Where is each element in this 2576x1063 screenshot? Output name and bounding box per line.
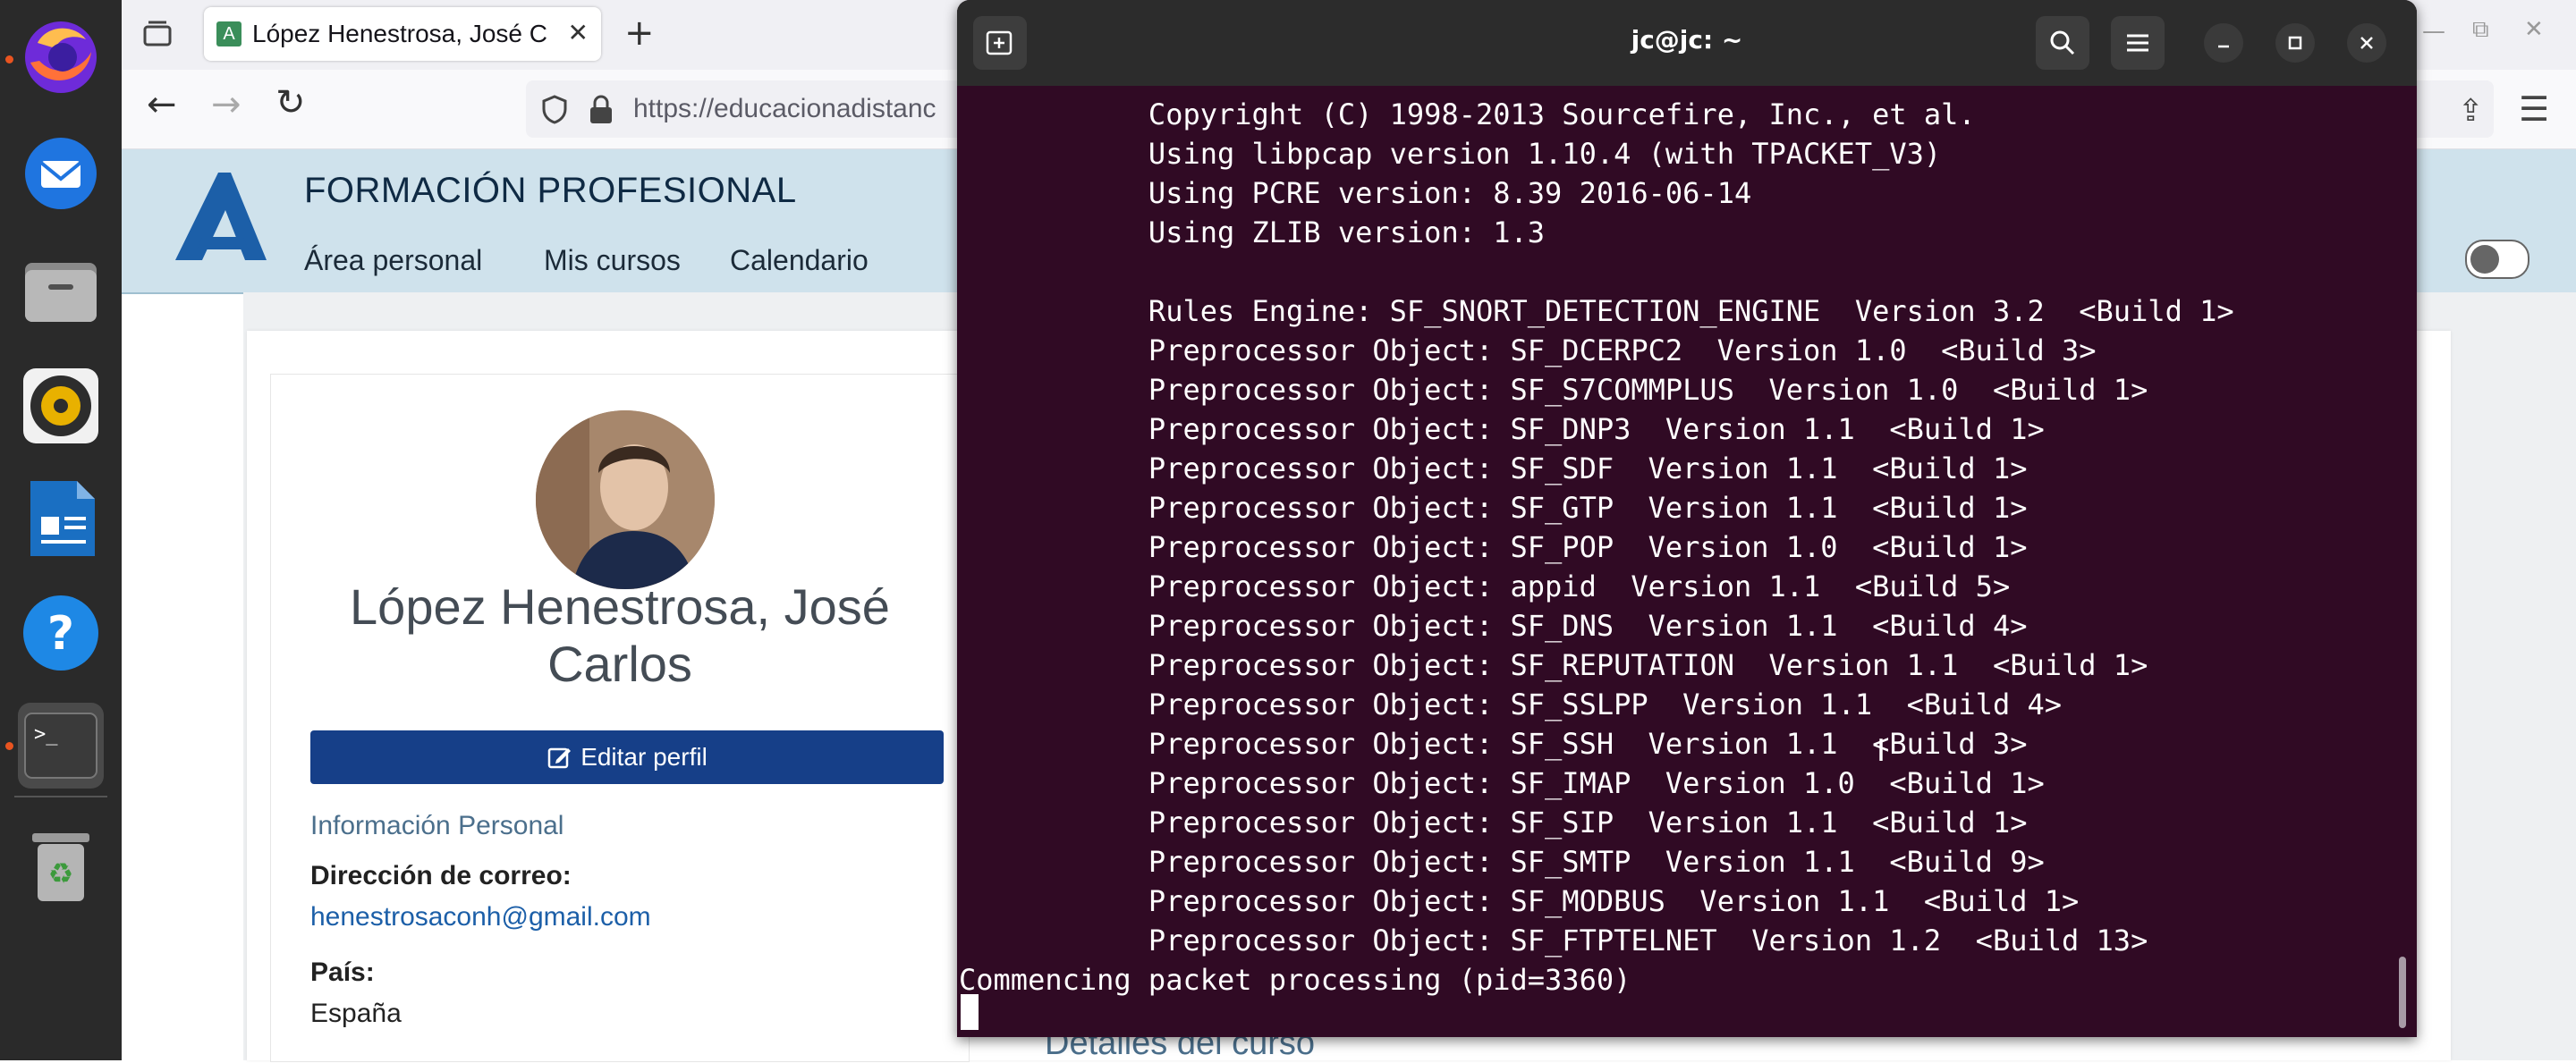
toggle-knob [2470,245,2499,274]
terminal-window[interactable]: jc@jc: ~ Copyright (C) 1998-2013 Sourcef… [957,0,2417,1037]
terminal-line: Preprocessor Object: SF_SMTP Version 1.1… [959,845,2045,879]
terminal-line: Preprocessor Object: SF_REPUTATION Versi… [959,648,2148,682]
terminal-line: Preprocessor Object: SF_SIP Version 1.1 … [959,806,2028,839]
firefox-icon[interactable] [18,14,104,100]
search-icon [2050,30,2075,55]
extensions-icon[interactable]: ⇪ [2458,93,2484,129]
terminal-line: Rules Engine: SF_SNORT_DETECTION_ENGINE … [959,294,2234,328]
terminal-line: Preprocessor Object: SF_IMAP Version 1.0… [959,766,2045,800]
close-tab-icon[interactable]: ✕ [568,18,589,47]
terminal-line: Preprocessor Object: SF_SDF Version 1.1 … [959,451,2028,485]
terminal-line: Preprocessor Object: SF_FTPTELNET Versio… [959,924,2148,958]
edit-mode-toggle[interactable] [2465,240,2529,279]
terminal-scrollbar[interactable] [2399,957,2406,1028]
maximize-button[interactable] [2275,23,2315,63]
nav-mis-cursos[interactable]: Mis cursos [544,244,681,277]
terminal-cursor [961,994,979,1030]
avatar [536,410,715,589]
terminal-line: Using libpcap version 1.10.4 (with TPACK… [959,137,1942,171]
terminal-line: Using PCRE version: 8.39 2016-06-14 [959,176,1752,210]
running-indicator [5,55,13,63]
edit-icon [547,747,572,769]
terminal-line: Preprocessor Object: SF_SSH Version 1.1 … [959,727,2028,761]
terminal-line: Copyright (C) 1998-2013 Sourcefire, Inc.… [959,97,1976,131]
country-value: España [310,999,402,1028]
svg-text:♻: ♻ [48,856,74,890]
country-label: País: [310,958,375,987]
tab-profile[interactable]: A López Henestrosa, José C ✕ [204,7,601,61]
terminal-line: Preprocessor Object: SF_POP Version 1.0 … [959,530,2028,564]
url-text[interactable]: https://educacionadistanc [633,94,936,124]
section-title: Información Personal [310,811,564,840]
minimize-icon [2218,45,2229,48]
reload-icon[interactable]: ↻ [275,82,306,123]
site-favicon: A [216,21,242,46]
hamburger-menu-button[interactable] [2111,16,2165,70]
close-icon [2360,37,2373,49]
shield-icon[interactable] [538,93,571,125]
search-button[interactable] [2036,16,2089,70]
terminal-line: Preprocessor Object: SF_DNP3 Version 1.1… [959,412,2045,446]
back-icon[interactable]: ← [147,84,177,125]
svg-text:?: ? [47,607,74,661]
terminal-title: jc@jc: ~ [1631,25,1743,55]
lock-icon[interactable] [587,93,615,125]
thunderbird-icon[interactable] [18,131,104,216]
terminal-line: Preprocessor Object: appid Version 1.1 <… [959,569,2011,603]
rhythmbox-icon[interactable] [18,363,104,449]
dock-separator [14,796,107,797]
tab-title: López Henestrosa, José C [252,20,547,47]
new-tab-icon[interactable]: + [624,13,655,54]
terminal-output[interactable]: Copyright (C) 1998-2013 Sourcefire, Inc.… [959,86,2390,1033]
maximize-icon [2288,36,2302,50]
minimize-icon[interactable]: — [2422,18,2445,45]
tab-overview-icon[interactable] [140,16,175,52]
text-cursor-icon: I [1877,733,1886,769]
terminal-icon[interactable]: >_ [18,703,104,789]
running-indicator [5,742,13,750]
email-link[interactable]: henestrosaconh@gmail.com [310,902,651,932]
terminal-line: Preprocessor Object: SF_DCERPC2 Version … [959,333,2097,367]
trash-icon[interactable]: ♻ [18,823,104,908]
forward-icon[interactable]: → [211,84,242,125]
files-icon[interactable] [18,247,104,333]
terminal-line: Preprocessor Object: SF_S7COMMPLUS Versi… [959,373,2148,407]
terminal-titlebar[interactable]: jc@jc: ~ [957,0,2417,86]
email-label: Dirección de correo: [310,861,572,890]
help-icon[interactable]: ? [18,590,104,676]
site-logo-icon[interactable] [166,167,274,266]
minimize-button[interactable] [2204,23,2243,63]
profile-name: López Henestrosa, José Carlos [350,578,890,692]
terminal-line: Preprocessor Object: SF_MODBUS Version 1… [959,884,2080,918]
nav-area-personal[interactable]: Área personal [304,244,482,277]
edit-profile-button[interactable]: Editar perfil [310,730,944,784]
hamburger-icon [2127,34,2148,52]
close-window-icon[interactable]: ✕ [2524,16,2544,43]
terminal-line: Preprocessor Object: SF_DNS Version 1.1 … [959,609,2028,643]
maximize-icon[interactable]: ⧉ [2472,16,2489,44]
site-brand[interactable]: FORMACIÓN PROFESIONAL [304,171,797,211]
menu-icon[interactable]: ☰ [2519,89,2549,129]
close-button[interactable] [2347,23,2386,63]
svg-text:>_: >_ [34,723,58,746]
terminal-line: Using ZLIB version: 1.3 [959,215,1546,249]
nav-calendario[interactable]: Calendario [730,244,869,277]
writer-icon[interactable] [18,476,104,561]
profile-card: López Henestrosa, José Carlos Editar per… [270,374,970,1062]
edit-profile-label: Editar perfil [580,743,708,771]
ubuntu-dock: ? >_ ♻ [0,0,122,1060]
terminal-line: Preprocessor Object: SF_SSLPP Version 1.… [959,688,2062,721]
terminal-line: Preprocessor Object: SF_GTP Version 1.1 … [959,491,2028,525]
terminal-line: Commencing packet processing (pid=3360) [959,963,1631,997]
